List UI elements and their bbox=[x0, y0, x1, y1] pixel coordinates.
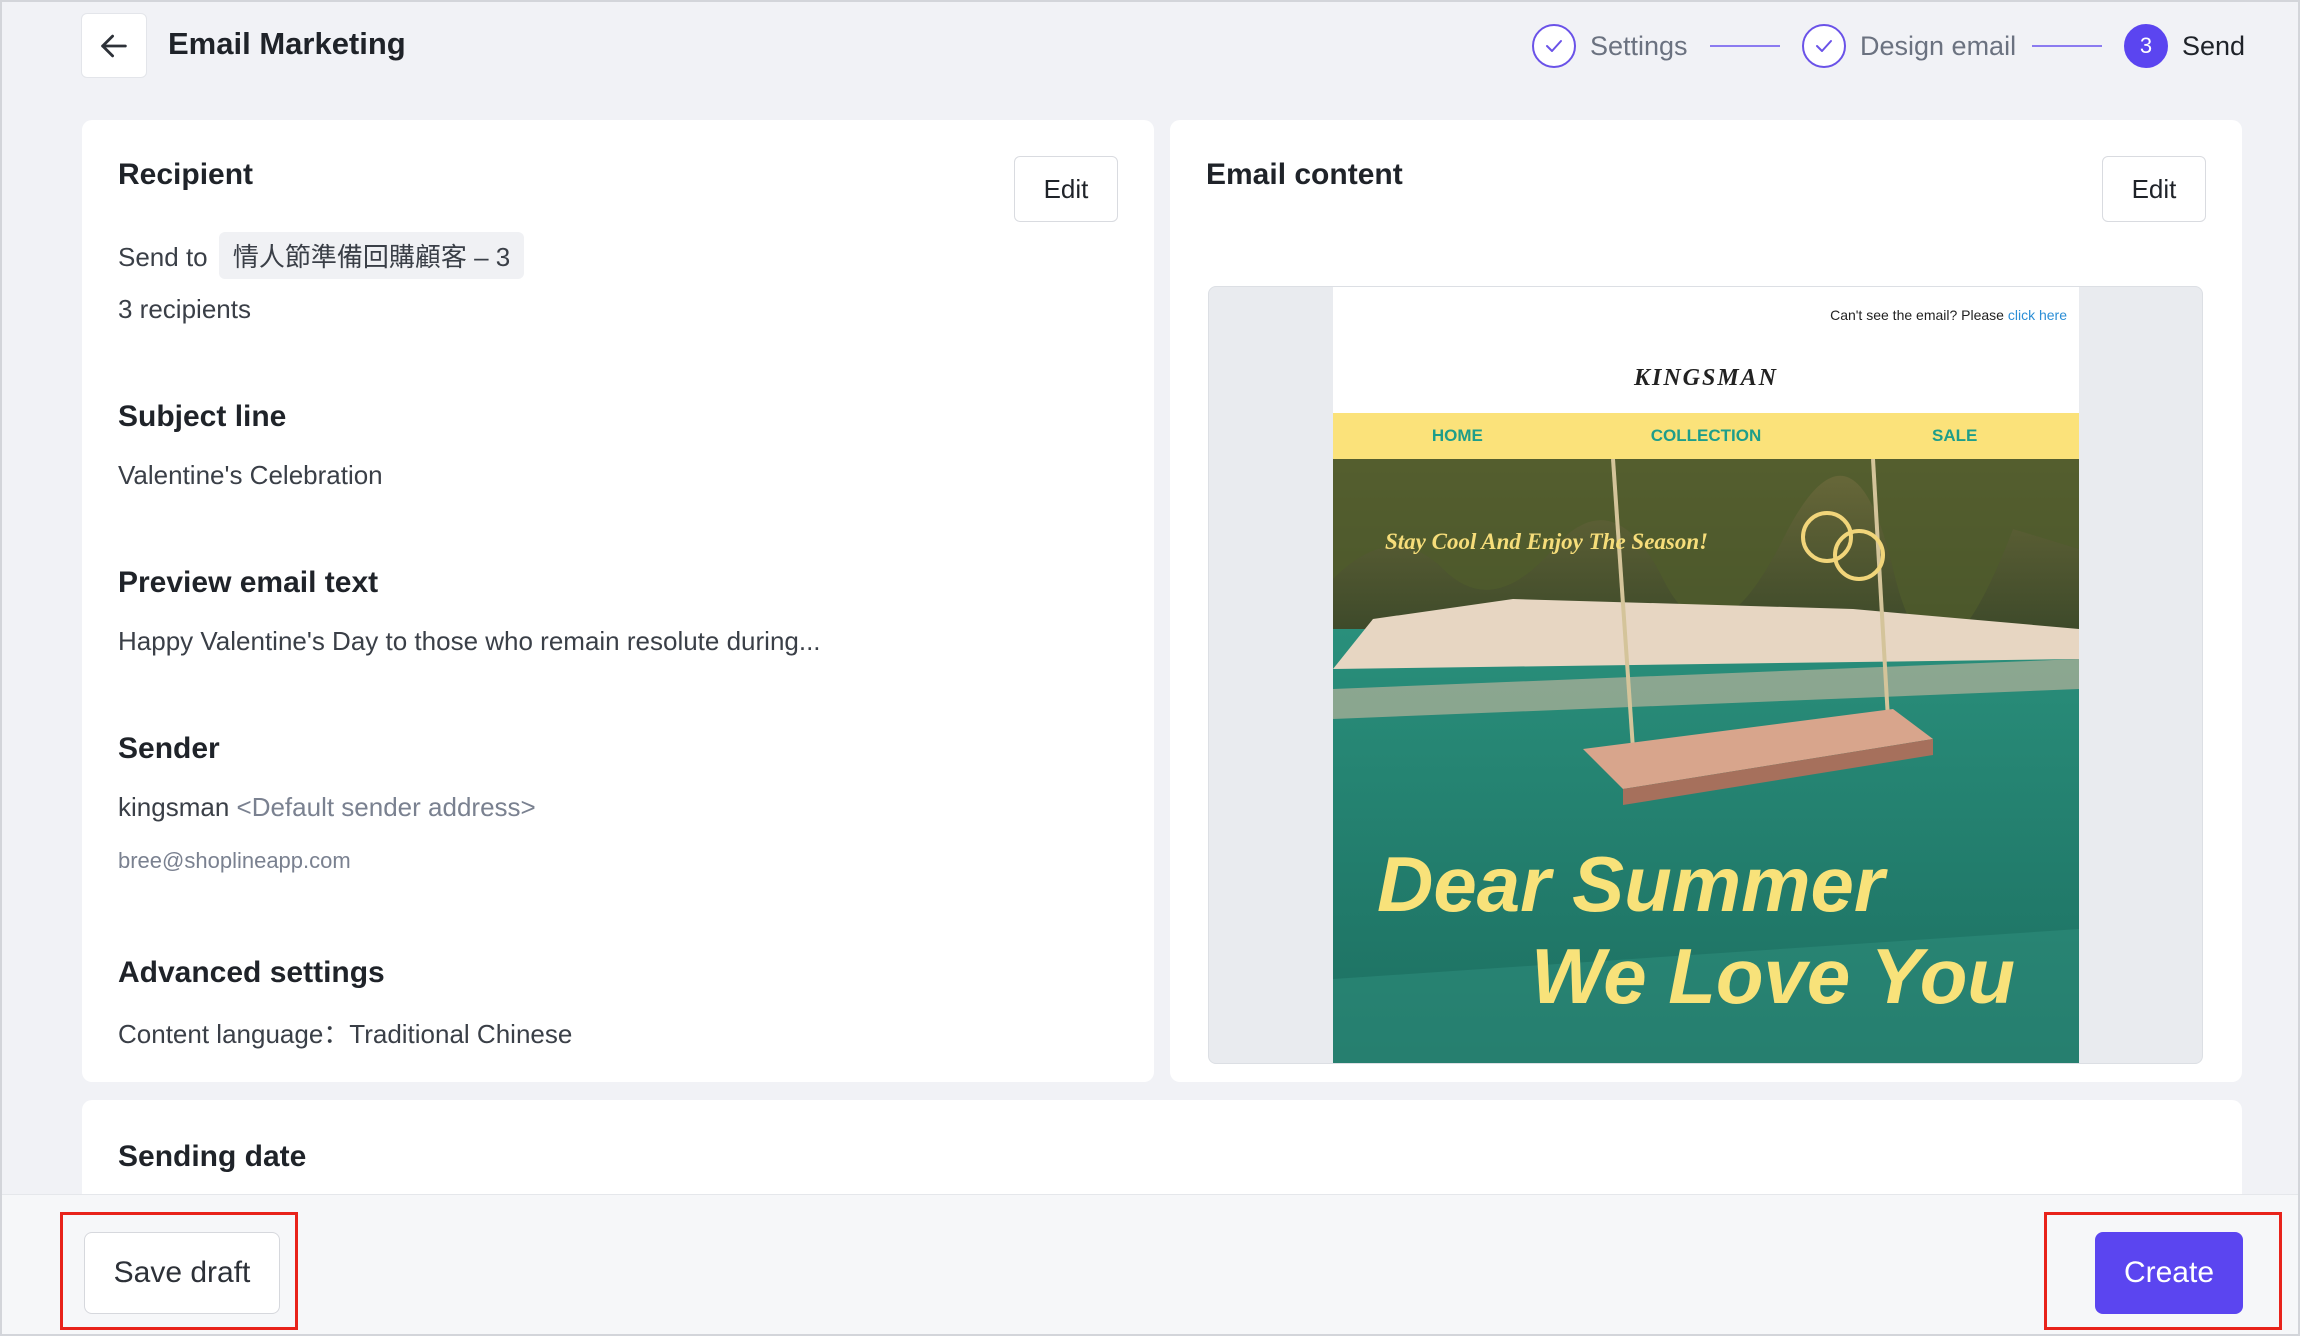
view-in-browser-label: Can't see the email? Please bbox=[1830, 307, 2004, 323]
email-nav-bar: HOME COLLECTION SALE bbox=[1333, 413, 2079, 459]
send-to-row: Send to 情人節準備回購顧客 – 3 bbox=[118, 232, 525, 279]
advanced-settings-title: Advanced settings bbox=[118, 956, 385, 989]
check-icon bbox=[1802, 24, 1846, 68]
sending-date-title: Sending date bbox=[118, 1140, 307, 1173]
hero-headline-line-2: We Love You bbox=[1531, 932, 2015, 1020]
footer-bar bbox=[2, 1194, 2298, 1334]
hero-image: Stay Cool And Enjoy The Season! Dear Sum… bbox=[1333, 458, 2079, 1063]
step-settings[interactable]: Settings bbox=[1532, 22, 1688, 70]
step-connector bbox=[1710, 45, 1780, 47]
sender-email: bree@shoplineapp.com bbox=[118, 848, 351, 873]
page-title: Email Marketing bbox=[168, 26, 406, 61]
highlight-box-create bbox=[2044, 1212, 2282, 1330]
nav-collection[interactable]: COLLECTION bbox=[1582, 426, 1831, 446]
step-connector bbox=[2032, 45, 2102, 47]
email-content-card: Email content Edit Can't see the email? … bbox=[1170, 120, 2242, 1082]
click-here-link[interactable]: click here bbox=[2008, 307, 2067, 323]
highlight-box-save-draft bbox=[60, 1212, 298, 1330]
preview-text-value: Happy Valentine's Day to those who remai… bbox=[118, 626, 821, 656]
email-preview: Can't see the email? Please click here K… bbox=[1208, 286, 2203, 1064]
sender-note: <Default sender address> bbox=[236, 792, 536, 822]
check-icon bbox=[1532, 24, 1576, 68]
send-to-label: Send to bbox=[118, 242, 208, 272]
recipient-count: 3 recipients bbox=[118, 294, 251, 324]
back-button[interactable] bbox=[81, 13, 147, 78]
nav-sale[interactable]: SALE bbox=[1830, 426, 2079, 446]
hero-headline-line-1: Dear Summer bbox=[1377, 840, 1885, 928]
segment-tag: 情人節準備回購顧客 – 3 bbox=[218, 232, 525, 279]
subject-value: Valentine's Celebration bbox=[118, 460, 383, 490]
edit-email-content-button[interactable]: Edit bbox=[2102, 156, 2206, 222]
step-number: 3 bbox=[2124, 24, 2168, 68]
preview-text-title: Preview email text bbox=[118, 566, 379, 599]
app-window: Email Marketing Settings Design email 3 … bbox=[0, 0, 2300, 1336]
brand-logo: KINGSMAN bbox=[1633, 365, 1779, 391]
step-design-email[interactable]: Design email bbox=[1802, 22, 2016, 70]
recipient-title: Recipient bbox=[118, 158, 254, 191]
view-in-browser-text: Can't see the email? Please click here bbox=[1830, 307, 2067, 323]
sender-row: kingsman <Default sender address> bbox=[118, 792, 536, 823]
step-label: Design email bbox=[1860, 30, 2017, 61]
email-content-title: Email content bbox=[1206, 158, 1403, 191]
sender-title: Sender bbox=[118, 732, 220, 765]
subject-title: Subject line bbox=[118, 400, 287, 433]
step-label: Send bbox=[2182, 30, 2246, 61]
email-preview-body: Can't see the email? Please click here K… bbox=[1333, 287, 2079, 1063]
sender-name: kingsman bbox=[118, 792, 230, 822]
edit-recipient-button[interactable]: Edit bbox=[1014, 156, 1118, 222]
arrow-left-icon bbox=[101, 34, 127, 57]
content-language: Content language：Traditional Chinese bbox=[118, 1019, 573, 1049]
step-label: Settings bbox=[1590, 30, 1688, 61]
stepper: Settings Design email 3 Send bbox=[1532, 22, 2252, 70]
nav-home[interactable]: HOME bbox=[1333, 426, 1582, 446]
step-send[interactable]: 3 Send bbox=[2124, 22, 2245, 70]
summary-card: Recipient Edit Send to 情人節準備回購顧客 – 3 3 r… bbox=[82, 120, 1154, 1082]
hero-tagline: Stay Cool And Enjoy The Season! bbox=[1385, 529, 1709, 554]
